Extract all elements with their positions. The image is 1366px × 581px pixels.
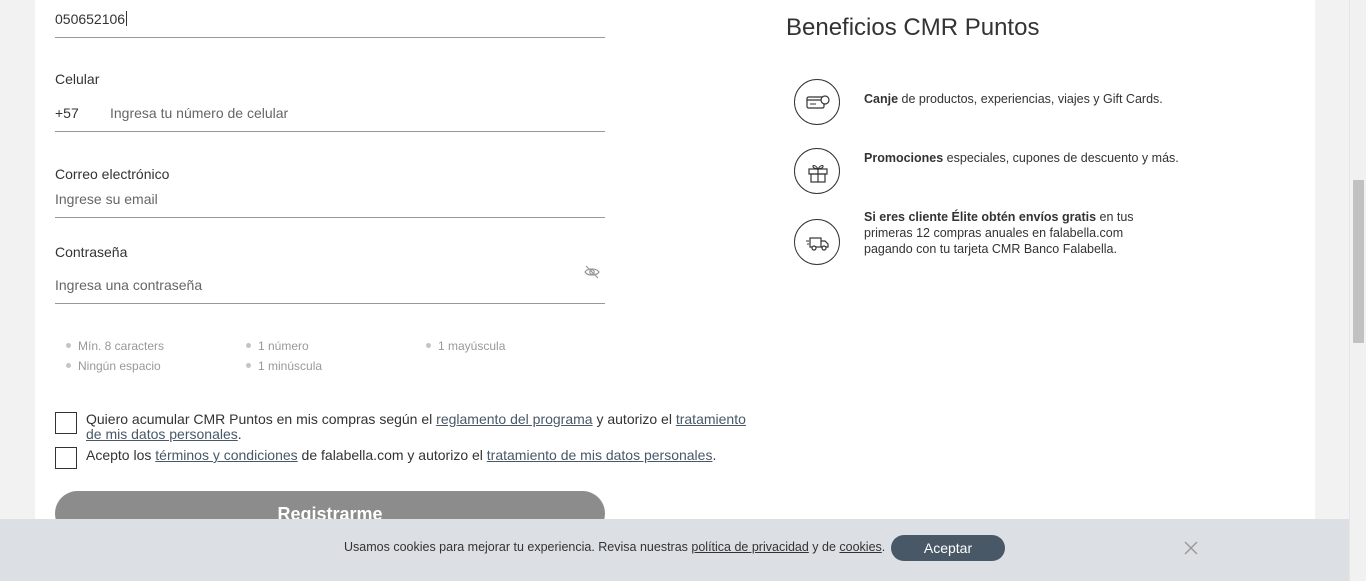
consent-terms-checkbox[interactable] <box>55 447 77 469</box>
accept-cookies-button[interactable]: Aceptar <box>891 535 1005 561</box>
close-icon[interactable] <box>1182 539 1200 557</box>
privacy-policy-link[interactable]: política de privacidad <box>691 540 808 554</box>
gift-icon <box>794 148 840 194</box>
bullet-icon <box>66 363 71 368</box>
id-number-value: 050652106 <box>55 11 126 27</box>
bullet-icon <box>66 343 71 348</box>
password-field: Contraseña Ingresa una contraseña <box>55 243 605 304</box>
data-treatment-link[interactable]: tratamiento <box>676 411 746 427</box>
page-scrollbar[interactable] <box>1349 0 1366 581</box>
password-underline <box>55 303 605 304</box>
consent-cmr-row: Quiero acumular CMR Puntos en mis compra… <box>55 411 746 442</box>
requirement-min-chars: Mín. 8 caracters <box>66 339 164 353</box>
benefits-title: Beneficios CMR Puntos <box>786 14 1040 41</box>
delivery-truck-icon <box>794 219 840 265</box>
card-points-icon <box>794 79 840 125</box>
requirement-number: 1 número <box>246 339 309 353</box>
email-field: Correo electrónico Ingrese su email <box>55 165 605 218</box>
consent-terms-text: Acepto los términos y condiciones de fal… <box>86 447 717 463</box>
scrollbar-thumb[interactable] <box>1353 180 1364 343</box>
bullet-icon <box>246 363 251 368</box>
bullet-icon <box>426 343 431 348</box>
cookie-message: Usamos cookies para mejorar tu experienc… <box>344 540 886 554</box>
cookies-link[interactable]: cookies <box>839 540 881 554</box>
hide-password-icon[interactable] <box>584 265 600 279</box>
bullet-icon <box>246 343 251 348</box>
data-treatment-link-cont[interactable]: de mis datos personales <box>86 426 238 442</box>
requirement-lowercase: 1 minúscula <box>246 359 322 373</box>
id-number-field[interactable]: 050652106 <box>55 0 605 40</box>
data-treatment-link-2[interactable]: tratamiento de mis datos personales <box>487 447 713 463</box>
email-underline <box>55 217 605 218</box>
requirement-uppercase: 1 mayúscula <box>426 339 505 353</box>
phone-prefix: +57 <box>55 105 79 121</box>
benefit-promotions: Promociones especiales, cupones de descu… <box>864 151 1179 165</box>
email-label: Correo electrónico <box>55 166 170 182</box>
phone-label: Celular <box>55 71 100 87</box>
phone-underline <box>55 131 605 132</box>
benefit-redeem: Canje de productos, experiencias, viajes… <box>864 92 1163 106</box>
program-rules-link[interactable]: reglamento del programa <box>436 411 592 427</box>
phone-input[interactable]: Ingresa tu número de celular <box>110 105 288 121</box>
consent-cmr-checkbox[interactable] <box>55 412 77 434</box>
benefit-free-shipping: Si eres cliente Élite obtén envíos grati… <box>864 210 1134 256</box>
password-label: Contraseña <box>55 244 128 260</box>
terms-link[interactable]: términos y condiciones <box>155 447 297 463</box>
email-input[interactable]: Ingrese su email <box>55 191 158 207</box>
requirement-no-space: Ningún espacio <box>66 359 161 373</box>
id-number-underline <box>55 37 605 38</box>
text-caret <box>126 11 128 26</box>
password-input[interactable]: Ingresa una contraseña <box>55 277 202 293</box>
cookie-banner: Usamos cookies para mejorar tu experienc… <box>0 519 1349 581</box>
consent-cmr-text: Quiero acumular CMR Puntos en mis compra… <box>86 411 746 442</box>
phone-field: Celular +57 Ingresa tu número de celular <box>55 70 605 132</box>
consent-terms-row: Acepto los términos y condiciones de fal… <box>55 447 745 469</box>
